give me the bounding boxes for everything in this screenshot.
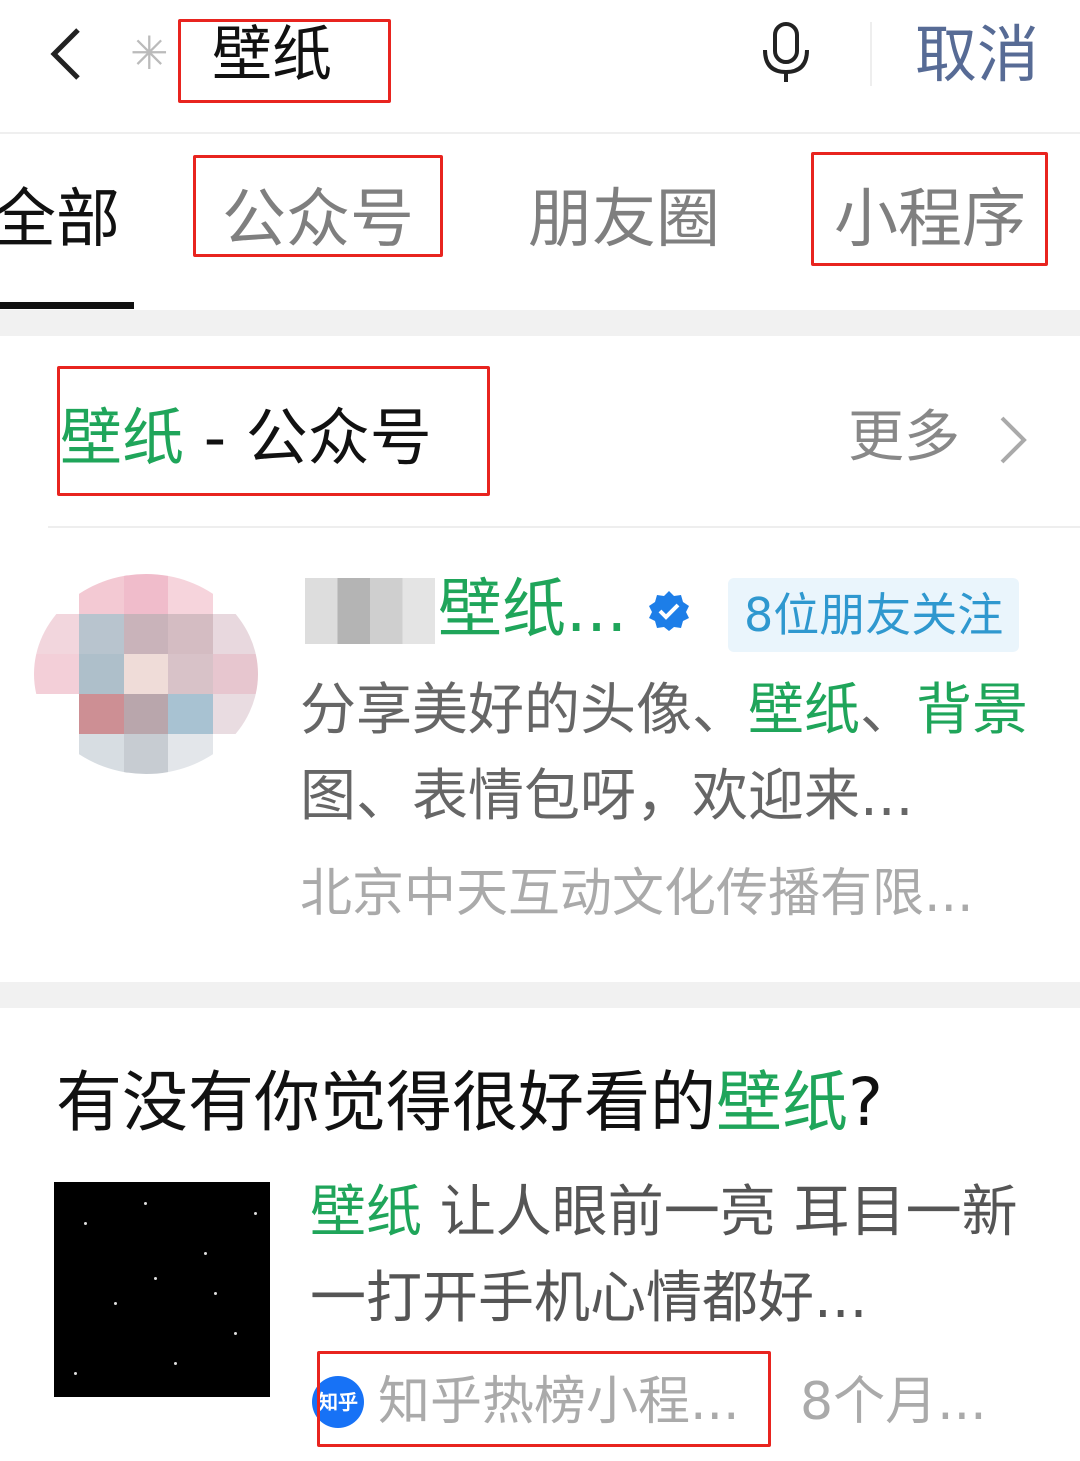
cancel-button[interactable]: 取消 — [915, 20, 1039, 90]
search-input[interactable]: 壁纸 — [212, 20, 332, 90]
section-title: 壁纸 - 公众号 — [60, 398, 432, 478]
article-desc-keyword: 壁纸 — [310, 1180, 422, 1245]
microphone-icon — [763, 22, 809, 82]
search-header: ✳ 壁纸 取消 — [0, 0, 1080, 134]
more-link[interactable]: 更多 — [848, 400, 960, 476]
tab-all[interactable]: 全部 — [0, 180, 120, 260]
account-company: 北京中天互动文化传播有限... — [300, 864, 974, 924]
description-keyword: 壁纸 — [748, 678, 860, 743]
article-source[interactable]: 知乎热榜小程... — [378, 1366, 740, 1438]
blurred-name — [305, 578, 435, 644]
loading-spinner-icon: ✳ — [130, 26, 169, 80]
zhihu-logo-icon: 知乎 — [312, 1376, 364, 1428]
article-title-text: 有没有你觉得很好看的 — [56, 1064, 716, 1141]
section-gap — [0, 982, 1080, 1008]
article-title[interactable]: 有没有你觉得很好看的壁纸? — [56, 1060, 883, 1146]
article-title-keyword: 壁纸 — [716, 1064, 848, 1141]
section-title-keyword: 壁纸 — [60, 401, 185, 474]
article-title-text: ? — [848, 1064, 884, 1141]
divider — [48, 526, 1080, 528]
account-avatar[interactable] — [34, 574, 258, 774]
friends-following-badge: 8位朋友关注 — [728, 578, 1020, 652]
section-gap — [0, 310, 1080, 336]
description-text: 、 — [860, 678, 916, 743]
article-thumbnail[interactable] — [54, 1182, 270, 1397]
divider — [870, 22, 872, 86]
search-tabs: 全部 公众号 朋友圈 小程序 — [0, 134, 1080, 308]
account-description: 分享美好的头像、壁纸、背景图、表情包呀，欢迎来... — [300, 668, 1030, 840]
chevron-left-icon — [50, 28, 80, 80]
verified-badge-icon — [648, 590, 690, 632]
tab-official-accounts[interactable]: 公众号 — [222, 180, 414, 260]
section-title-rest: - 公众号 — [184, 401, 432, 474]
description-text: 分享美好的头像、 — [300, 678, 748, 743]
tab-moments[interactable]: 朋友圈 — [528, 180, 720, 260]
article-description: 壁纸 让人眼前一亮 耳目一新 一打开手机心情都好... — [310, 1170, 1030, 1342]
tab-mini-programs[interactable]: 小程序 — [834, 180, 1026, 260]
chevron-right-icon[interactable] — [996, 412, 1030, 468]
active-tab-indicator — [0, 302, 134, 309]
description-text: 图、表情包呀，欢迎来... — [300, 764, 914, 829]
article-time: 8个月... — [800, 1372, 987, 1432]
description-keyword: 背景 — [916, 678, 1028, 743]
account-name[interactable]: 壁纸... — [438, 570, 627, 650]
back-button[interactable] — [44, 26, 94, 82]
voice-input-button[interactable] — [760, 22, 812, 84]
